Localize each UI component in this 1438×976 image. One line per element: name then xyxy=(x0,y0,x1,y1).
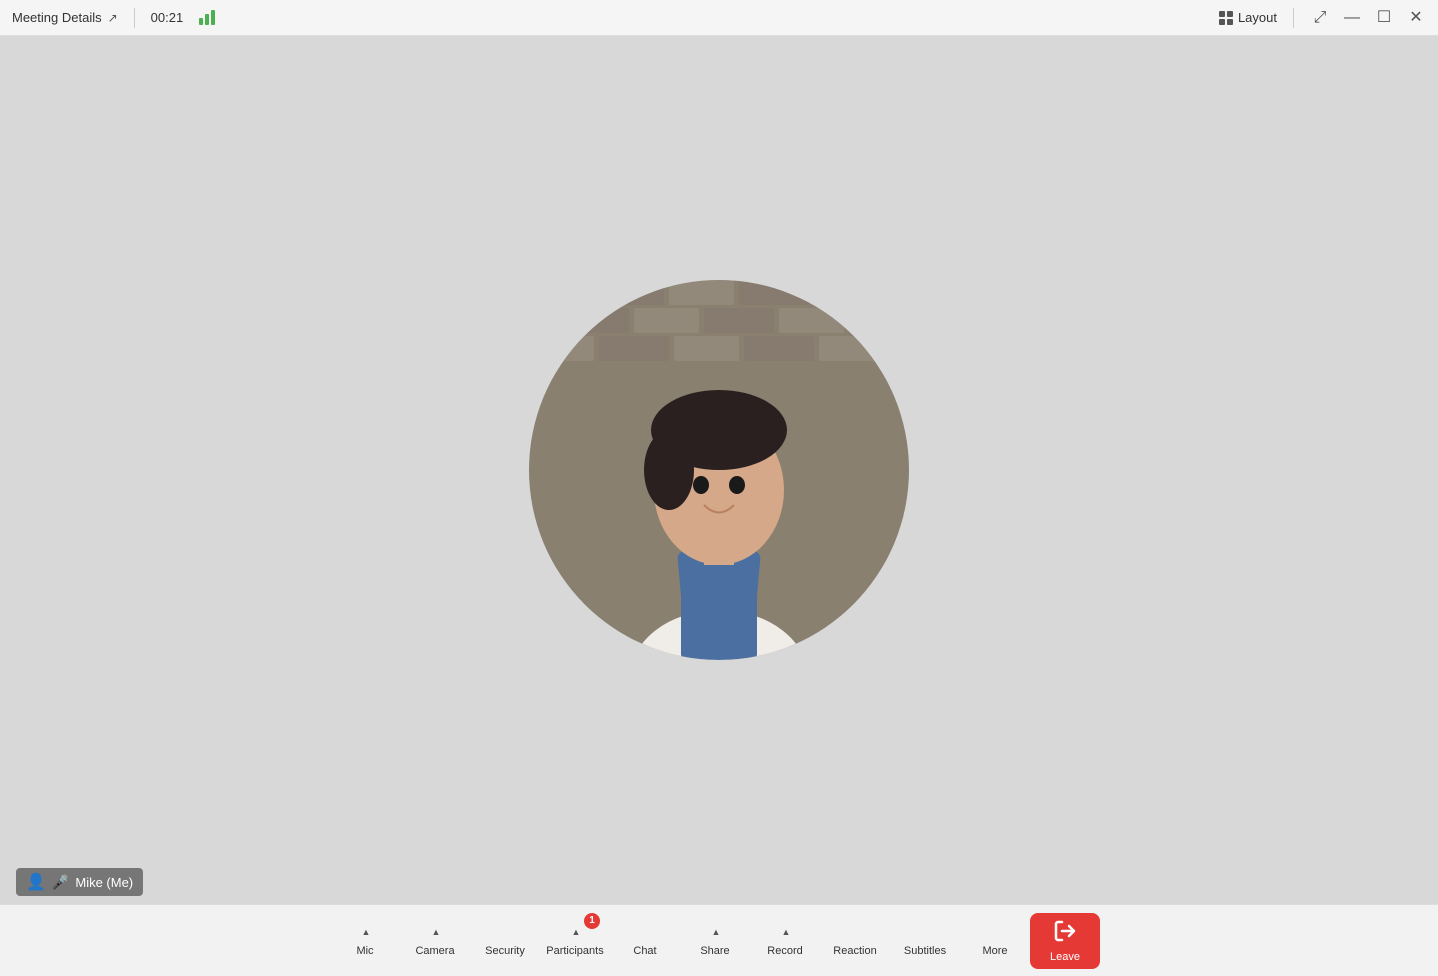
share-icon: ↗ xyxy=(108,11,118,25)
reaction-button[interactable]: Reaction xyxy=(820,909,890,973)
person-icon: 👤 xyxy=(26,872,46,892)
signal-bar-2 xyxy=(205,14,209,25)
leave-label: Leave xyxy=(1050,951,1080,963)
record-button[interactable]: ▲ Record xyxy=(750,909,820,973)
leave-button[interactable]: Leave xyxy=(1030,913,1100,969)
subtitles-button[interactable]: CC Subtitles xyxy=(890,909,960,973)
participant-avatar xyxy=(529,280,909,660)
title-bar-right: Layout ⤢ — ☐ ✕ xyxy=(1211,6,1426,29)
meeting-details-button[interactable]: Meeting Details ↗ xyxy=(12,10,118,25)
camera-icon-row: ▲ xyxy=(430,924,441,942)
title-bar: Meeting Details ↗ 00:21 Layout ⤢ — ☐ ✕ xyxy=(0,0,1438,36)
participants-icon-row: ▲ xyxy=(570,924,581,942)
mic-muted-icon: 🎤 xyxy=(52,874,69,891)
toolbar-items: ▲ Mic ▲ Camera xyxy=(4,909,1434,973)
main-content xyxy=(0,36,1438,904)
share-label: Share xyxy=(700,945,729,957)
layout-label: Layout xyxy=(1238,10,1277,25)
participants-label: Participants xyxy=(546,945,603,957)
chat-label: Chat xyxy=(633,945,656,957)
signal-bar-3 xyxy=(211,10,215,25)
signal-bar-1 xyxy=(199,18,203,25)
leave-icon xyxy=(1053,919,1077,949)
reaction-label: Reaction xyxy=(833,945,876,957)
close-button[interactable]: ✕ xyxy=(1406,10,1426,26)
share-chevron[interactable]: ▲ xyxy=(712,927,721,937)
more-button[interactable]: More xyxy=(960,909,1030,973)
title-divider-1 xyxy=(134,8,135,28)
minimize-button[interactable]: — xyxy=(1342,10,1362,26)
title-bar-left: Meeting Details ↗ 00:21 xyxy=(12,8,1211,28)
maximize-button[interactable]: ☐ xyxy=(1374,10,1394,26)
chat-button[interactable]: Chat xyxy=(610,909,680,973)
layout-icon xyxy=(1219,11,1233,25)
title-divider-2 xyxy=(1293,8,1294,28)
person-label: 👤 🎤 Mike (Me) xyxy=(16,868,143,896)
record-label: Record xyxy=(767,945,802,957)
toolbar: ▲ Mic ▲ Camera xyxy=(0,904,1438,976)
share-icon-row: ▲ xyxy=(710,924,721,942)
participants-badge: 1 xyxy=(584,913,600,929)
window-controls: ⤢ — ☐ ✕ xyxy=(1310,10,1426,26)
security-label: Security xyxy=(485,945,525,957)
camera-button[interactable]: ▲ Camera xyxy=(400,909,470,973)
subtitles-label: Subtitles xyxy=(904,945,946,957)
mic-chevron[interactable]: ▲ xyxy=(362,927,371,937)
signal-strength xyxy=(199,10,215,25)
layout-button[interactable]: Layout xyxy=(1211,6,1285,29)
participants-chevron[interactable]: ▲ xyxy=(572,927,581,937)
security-button[interactable]: Security xyxy=(470,909,540,973)
record-chevron[interactable]: ▲ xyxy=(782,927,791,937)
mic-label: Mic xyxy=(356,945,373,957)
participants-button[interactable]: ▲ 1 Participants xyxy=(540,909,610,973)
fullscreen-button[interactable]: ⤢ xyxy=(1310,10,1330,26)
share-button[interactable]: ▲ Share xyxy=(680,909,750,973)
camera-label: Camera xyxy=(415,945,454,957)
camera-chevron[interactable]: ▲ xyxy=(432,927,441,937)
meeting-details-label: Meeting Details xyxy=(12,10,102,25)
person-name: Mike (Me) xyxy=(75,875,133,890)
mic-button[interactable]: ▲ Mic xyxy=(330,909,400,973)
more-label: More xyxy=(982,945,1007,957)
mic-icon-row: ▲ xyxy=(360,924,371,942)
meeting-timer: 00:21 xyxy=(151,10,184,25)
record-icon-row: ▲ xyxy=(780,924,791,942)
